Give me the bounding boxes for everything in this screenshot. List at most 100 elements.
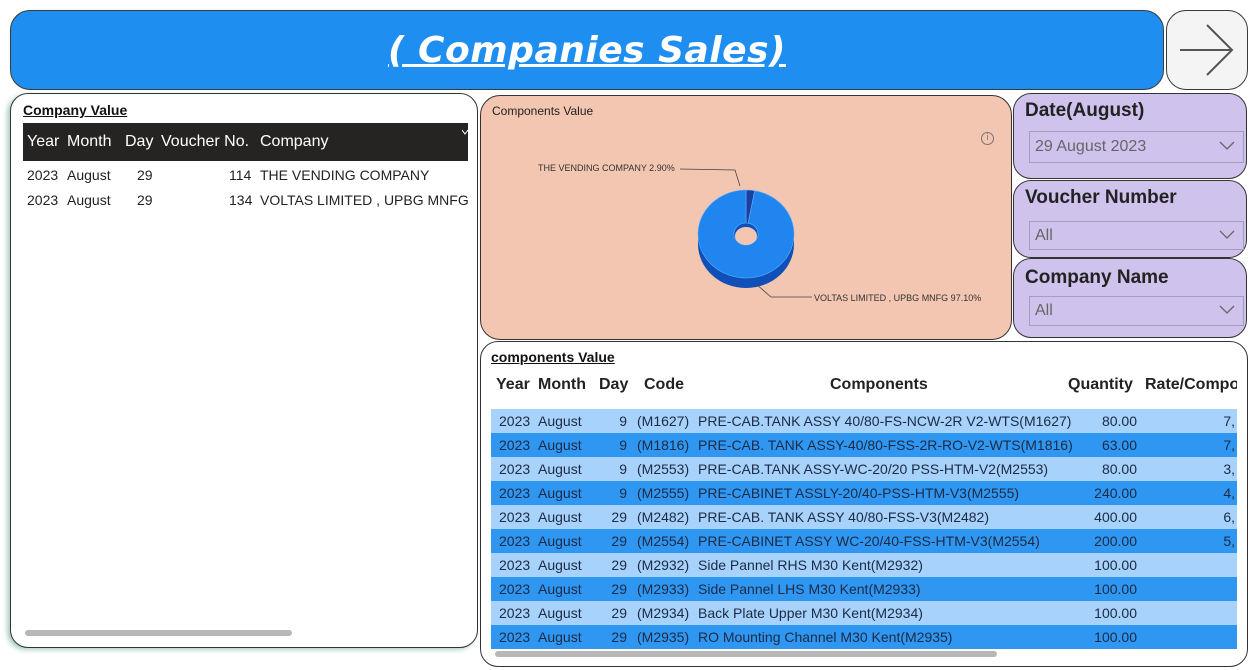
pie-label-voltas: VOLTAS LIMITED , UPBG MNFG 97.10% <box>814 293 982 303</box>
table-row[interactable]: 2023 August 29 (M2934) Back Plate Upper M30 … <box>491 601 1237 625</box>
cell-day: 29 <box>611 533 627 549</box>
cell-day: 9 <box>619 437 627 453</box>
date-slicer-title: Date(August) <box>1025 100 1145 121</box>
cell-month: August <box>538 461 582 477</box>
column-header-year[interactable]: Year <box>496 376 530 394</box>
column-header-month[interactable]: Month <box>67 133 111 151</box>
cell-day: 29 <box>611 605 627 621</box>
cell-day: 9 <box>619 413 627 429</box>
horizontal-scrollbar[interactable] <box>495 651 997 657</box>
cell-day: 9 <box>619 485 627 501</box>
column-header-month[interactable]: Month <box>538 376 586 394</box>
voucher-dropdown-value: All <box>1035 226 1053 244</box>
company-slicer: Company Name All <box>1013 258 1247 338</box>
cell-year: 2023 <box>499 605 531 621</box>
voucher-slicer-title: Voucher Number <box>1025 187 1177 208</box>
sort-caret-icon <box>462 129 468 135</box>
cell-month: August <box>538 629 582 645</box>
cell-year: 2023 <box>27 166 59 183</box>
cell-day: 29 <box>611 557 627 573</box>
column-header-quantity[interactable]: Quantity <box>1068 376 1133 394</box>
column-header-day[interactable]: Day <box>599 376 628 394</box>
donut-hole <box>735 227 757 245</box>
company-value-title: Company Value <box>23 102 128 118</box>
cell-quantity: 100.00 <box>1094 629 1137 645</box>
cell-month: August <box>538 581 582 597</box>
table-row[interactable]: 2023 August 29 (M2554) PRE-CABINET ASSY WC-2… <box>491 529 1237 553</box>
cell-component: PRE-CABINET ASSY WC-20/40-FSS-HTM-V3(M25… <box>698 533 1040 549</box>
cell-month: August <box>67 191 111 208</box>
cell-component: PRE-CAB. TANK ASSY 40/80-FSS-V3(M2482) <box>698 509 990 525</box>
header-banner: ( Companies Sales) <box>10 10 1164 90</box>
cell-quantity: 200.00 <box>1094 533 1137 549</box>
date-slicer: Date(August) 29 August 2023 <box>1013 93 1247 179</box>
cell-rate: 3, <box>1223 461 1235 477</box>
column-header-components[interactable]: Components <box>830 376 928 394</box>
table-row[interactable]: 2023 August 29 (M2932) Side Pannel RHS M30 K… <box>491 553 1237 577</box>
table-row[interactable]: 2023 August 29 114 THE VENDING COMPANY <box>23 162 468 187</box>
date-dropdown[interactable]: 29 August 2023 <box>1029 131 1244 163</box>
cell-component: PRE-CABINET ASSLY-20/40-PSS-HTM-V3(M2555… <box>698 485 1020 501</box>
cell-rate: 4, <box>1223 485 1235 501</box>
cell-day: 29 <box>611 629 627 645</box>
cell-quantity: 100.00 <box>1094 581 1137 597</box>
cell-component: Side Pannel LHS M30 Kent(M2933) <box>698 581 921 597</box>
column-header-company[interactable]: Company <box>260 133 328 151</box>
components-table-title: components Value <box>491 349 615 365</box>
cell-component: Side Pannel RHS M30 Kent(M2932) <box>698 557 923 573</box>
voucher-slicer: Voucher Number All <box>1013 180 1247 258</box>
cell-day: 9 <box>619 461 627 477</box>
chevron-down-icon <box>1219 141 1235 150</box>
column-header-year[interactable]: Year <box>27 133 59 151</box>
cell-code: (M2554) <box>637 533 690 549</box>
cell-rate: 6, <box>1223 509 1235 525</box>
table-row[interactable]: 2023 August 29 (M2935) RO Mounting Channel M… <box>491 625 1237 649</box>
table-row[interactable]: 2023 August 29 (M2482) PRE-CAB. TANK ASSY 40… <box>491 505 1237 529</box>
horizontal-scrollbar[interactable] <box>25 630 292 636</box>
cell-month: August <box>538 533 582 549</box>
cell-quantity: 80.00 <box>1101 461 1137 477</box>
cell-quantity: 240.00 <box>1094 485 1137 501</box>
cell-code: (M2935) <box>637 629 690 645</box>
components-value-chart-panel: Components Value i THE VENDING COMPANY 2… <box>480 95 1012 340</box>
table-row[interactable]: 2023 August 9 (M2555) PRE-CABINET ASSLY-20/4… <box>491 481 1237 505</box>
cell-component: PRE-CAB.TANK ASSY 40/80-FS-NCW-2R V2-WTS… <box>698 413 1072 429</box>
table-row[interactable]: 2023 August 29 (M2933) Side Pannel LHS M30 K… <box>491 577 1237 601</box>
voucher-dropdown[interactable]: All <box>1029 221 1244 250</box>
cell-rate: 7, <box>1223 413 1235 429</box>
cell-year: 2023 <box>499 557 531 573</box>
cell-code: (M2934) <box>637 605 690 621</box>
table-row[interactable]: 2023 August 29 134 VOLTAS LIMITED , UPBG… <box>23 187 469 212</box>
cell-year: 2023 <box>499 485 531 501</box>
components-donut-chart <box>679 168 812 298</box>
table-row[interactable]: 2023 August 9 (M1816) PRE-CAB. TANK ASSY-40/… <box>491 433 1237 457</box>
cell-company: VOLTAS LIMITED , UPBG MNFG <box>260 191 469 208</box>
column-header-voucher[interactable]: Voucher No. <box>161 133 249 151</box>
company-dropdown-value: All <box>1035 302 1053 319</box>
cell-month: August <box>67 166 111 183</box>
cell-code: (M2553) <box>637 461 690 477</box>
chevron-down-icon <box>1219 230 1235 239</box>
cell-code: (M2482) <box>637 509 690 525</box>
column-header-code[interactable]: Code <box>644 376 684 394</box>
next-page-button[interactable] <box>1166 10 1248 90</box>
table-row[interactable]: 2023 August 9 (M2553) PRE-CAB.TANK ASSY-WC-2… <box>491 457 1237 481</box>
column-header-rate[interactable]: Rate/Compo <box>1145 376 1237 394</box>
cell-month: August <box>538 413 582 429</box>
cell-code: (M1816) <box>637 437 690 453</box>
table-row[interactable]: 2023 August 9 (M1627) PRE-CAB.TANK ASSY 40/8… <box>491 409 1237 433</box>
company-dropdown[interactable]: All <box>1029 296 1244 326</box>
cell-code: (M1627) <box>637 413 690 429</box>
column-header-day[interactable]: Day <box>125 133 153 151</box>
components-table-body: 2023 August 9 (M1627) PRE-CAB.TANK ASSY 40/8… <box>491 409 1237 649</box>
cell-quantity: 400.00 <box>1094 509 1137 525</box>
cell-year: 2023 <box>27 191 59 208</box>
cell-month: August <box>538 437 582 453</box>
cell-year: 2023 <box>499 413 531 429</box>
cell-company: THE VENDING COMPANY <box>260 166 430 183</box>
cell-year: 2023 <box>499 461 531 477</box>
leader-line <box>755 283 812 298</box>
arrow-right-icon <box>1180 24 1234 76</box>
cell-component: PRE-CAB. TANK ASSY-40/80-FSS-2R-RO-V2-WT… <box>698 437 1073 453</box>
cell-month: August <box>538 485 582 501</box>
